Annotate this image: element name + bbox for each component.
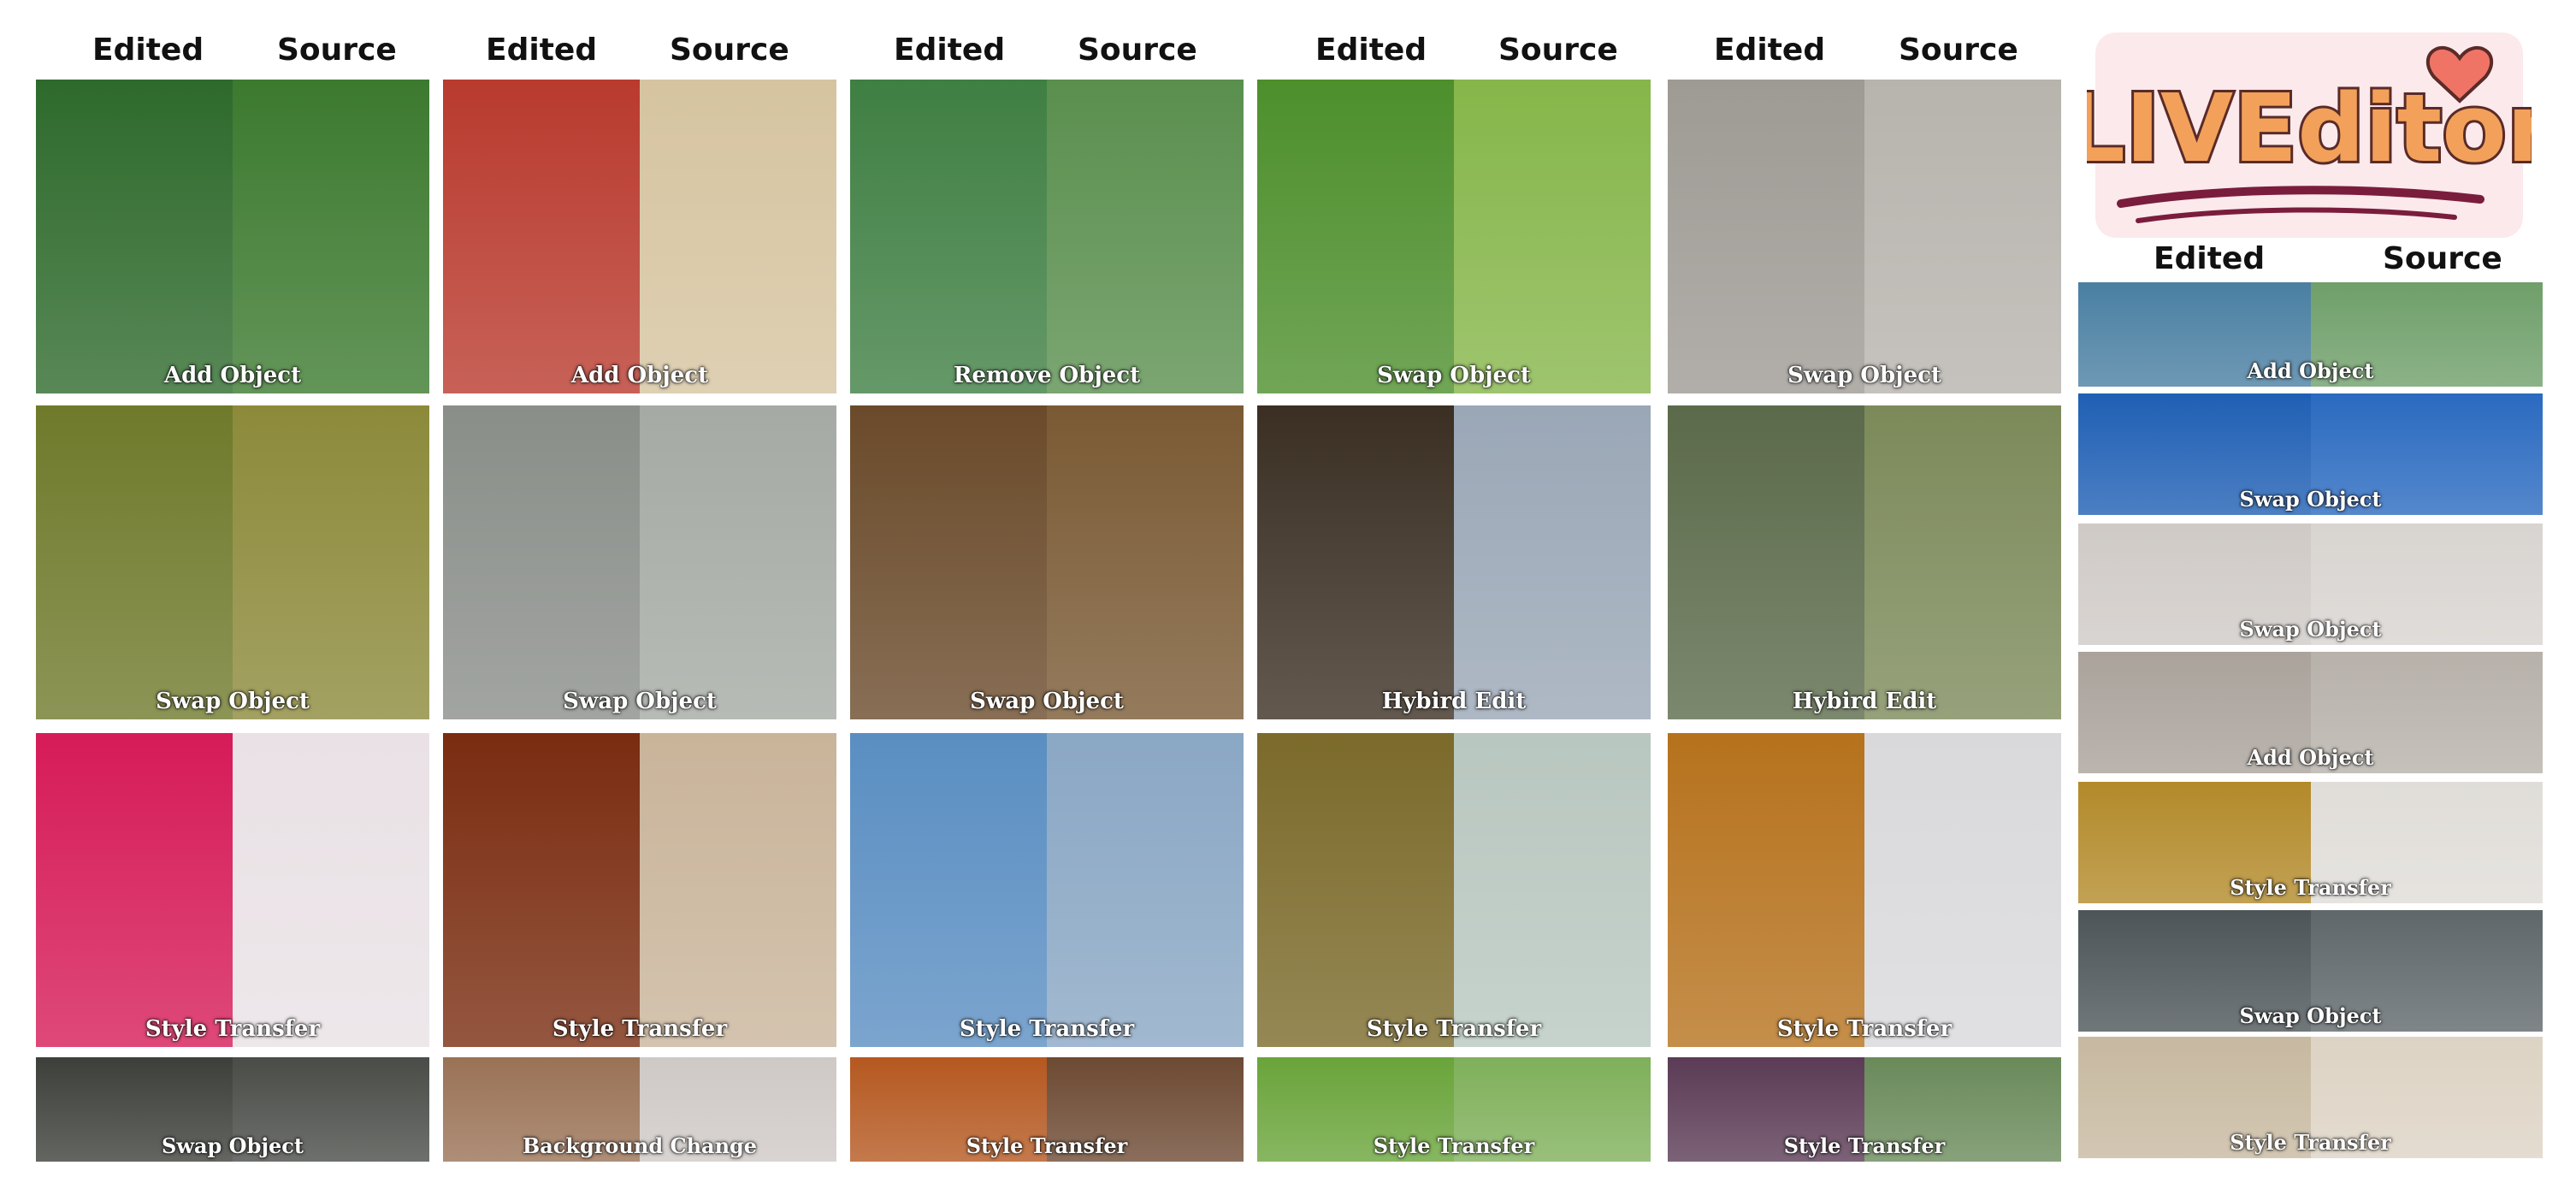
edit-example-6: Swap Object: [36, 405, 429, 719]
edited-image: [1668, 80, 1864, 393]
edited-image: [1257, 405, 1454, 719]
task-label: Style Transfer: [2230, 1130, 2391, 1155]
edit-example-26: Swap Object: [2078, 910, 2543, 1032]
source-image: [1454, 405, 1651, 719]
task-label: Add Object: [570, 363, 709, 388]
edited-image: [850, 405, 1047, 719]
task-label: Swap Object: [156, 689, 310, 714]
edit-example-19: Style Transfer: [1257, 1057, 1651, 1162]
task-label: Style Transfer: [959, 1016, 1135, 1042]
edit-example-25: Style Transfer: [2078, 782, 2543, 903]
edit-example-18: Style Transfer: [850, 1057, 1244, 1162]
header-edited-1: Edited: [92, 33, 204, 68]
edit-example-14: Style Transfer: [1257, 733, 1651, 1047]
edited-image: [850, 733, 1047, 1047]
edit-example-7: Swap Object: [443, 405, 836, 719]
edit-example-27: Style Transfer: [2078, 1037, 2543, 1158]
task-label: Style Transfer: [552, 1016, 728, 1042]
source-image: [1864, 405, 2061, 719]
task-label: Swap Object: [161, 1133, 304, 1158]
source-image: [640, 405, 836, 719]
edit-example-10: Hybird Edit: [1668, 405, 2061, 719]
task-label: Style Transfer: [1783, 1133, 1946, 1158]
header-edited-5: Edited: [1714, 33, 1826, 68]
task-label: Swap Object: [2239, 487, 2382, 512]
source-image: [1454, 80, 1651, 393]
header-edited-6: Edited: [2154, 241, 2266, 276]
task-label: Background Change: [522, 1133, 758, 1158]
source-image: [1047, 80, 1244, 393]
edited-image: [850, 80, 1047, 393]
task-label: Add Object: [2247, 745, 2374, 770]
edited-image: [1668, 733, 1864, 1047]
edit-example-13: Style Transfer: [850, 733, 1244, 1047]
edit-example-9: Hybird Edit: [1257, 405, 1651, 719]
edit-example-5: Swap Object: [1668, 80, 2061, 393]
header-source-6: Source: [2383, 241, 2502, 276]
task-label: Hybird Edit: [1381, 689, 1527, 714]
header-edited-4: Edited: [1315, 33, 1427, 68]
edited-image: [36, 405, 233, 719]
edited-image: [443, 733, 640, 1047]
header-edited-2: Edited: [486, 33, 598, 68]
source-image: [1454, 733, 1651, 1047]
edit-example-17: Background Change: [443, 1057, 836, 1162]
task-label: Swap Object: [2239, 617, 2382, 642]
edit-example-11: Style Transfer: [36, 733, 429, 1047]
task-label: Swap Object: [563, 689, 717, 714]
source-image: [1047, 733, 1244, 1047]
edit-example-23: Swap Object: [2078, 524, 2543, 645]
edited-image: [36, 80, 233, 393]
task-label: Swap Object: [1787, 363, 1941, 388]
source-image: [233, 405, 429, 719]
source-image: [640, 80, 836, 393]
header-source-5: Source: [1899, 33, 2018, 68]
edit-example-22: Swap Object: [2078, 393, 2543, 515]
header-source-1: Source: [277, 33, 397, 68]
edit-example-20: Style Transfer: [1668, 1057, 2061, 1162]
edit-example-8: Swap Object: [850, 405, 1244, 719]
edited-image: [443, 80, 640, 393]
header-source-4: Source: [1498, 33, 1618, 68]
source-image: [1864, 733, 2061, 1047]
source-image: [640, 733, 836, 1047]
edited-image: [36, 733, 233, 1047]
task-label: Style Transfer: [1373, 1133, 1535, 1158]
edit-example-3: Remove Object: [850, 80, 1244, 393]
task-label: Hybird Edit: [1792, 689, 1937, 714]
task-label: Swap Object: [2239, 1003, 2382, 1028]
task-label: Style Transfer: [145, 1016, 321, 1042]
edit-example-2: Add Object: [443, 80, 836, 393]
edit-example-4: Swap Object: [1257, 80, 1651, 393]
task-label: Add Object: [2247, 358, 2374, 383]
edit-example-16: Swap Object: [36, 1057, 429, 1162]
edited-image: [1257, 733, 1454, 1047]
header-source-3: Source: [1078, 33, 1197, 68]
source-image: [233, 80, 429, 393]
edit-example-15: Style Transfer: [1668, 733, 2061, 1047]
edit-example-1: Add Object: [36, 80, 429, 393]
task-label: Remove Object: [953, 363, 1141, 388]
header-source-2: Source: [670, 33, 789, 68]
task-label: Style Transfer: [966, 1133, 1128, 1158]
source-image: [1047, 405, 1244, 719]
edit-example-12: Style Transfer: [443, 733, 836, 1047]
task-label: Swap Object: [970, 689, 1124, 714]
task-label: Style Transfer: [1366, 1016, 1542, 1042]
task-label: Add Object: [163, 363, 302, 388]
edited-image: [1257, 80, 1454, 393]
edit-example-21: Add Object: [2078, 282, 2543, 387]
header-edited-3: Edited: [894, 33, 1006, 68]
source-image: [1864, 80, 2061, 393]
task-label: Style Transfer: [2230, 875, 2391, 900]
logo-text: LIVEditor: [2087, 74, 2532, 183]
edit-example-24: Add Object: [2078, 652, 2543, 773]
task-label: Style Transfer: [1776, 1016, 1953, 1042]
edited-image: [1668, 405, 1864, 719]
liveditor-logo: LIVEditor: [2063, 24, 2555, 246]
task-label: Swap Object: [1377, 363, 1531, 388]
edited-image: [443, 405, 640, 719]
source-image: [233, 733, 429, 1047]
